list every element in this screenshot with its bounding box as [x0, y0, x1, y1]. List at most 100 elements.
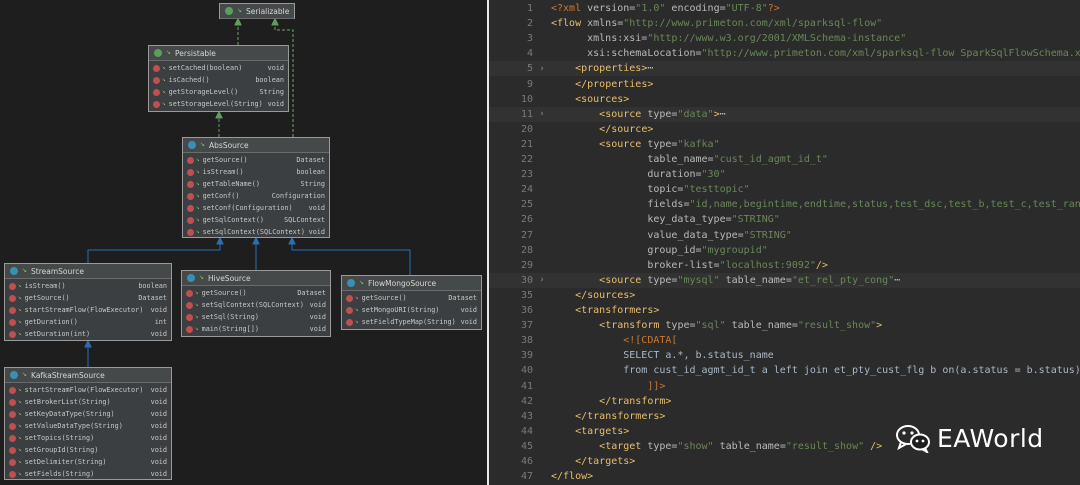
code-line[interactable]: 46 </targets>: [489, 454, 1080, 469]
method-row[interactable]: ↘ setKeyDataType(String) void: [5, 408, 171, 420]
public-visibility-icon: ↘: [162, 76, 166, 83]
method-row[interactable]: ↘ getSource() Dataset: [182, 287, 330, 299]
code-line[interactable]: 41 ]]>: [489, 379, 1080, 394]
method-row[interactable]: ↘ startStreamFlow(FlowExecutor) void: [5, 384, 171, 396]
method-row[interactable]: ↘ getSource() Dataset: [5, 292, 171, 304]
code-line[interactable]: 22 table_name= "cust_id_agmt_id_t": [489, 152, 1080, 167]
method-row[interactable]: ↘ getTableName() String: [183, 178, 329, 190]
code-line[interactable]: 35 </sources>: [489, 288, 1080, 303]
watermark: EAWorld: [895, 423, 1044, 453]
class-abssource[interactable]: ↘ AbsSource ↘ getSource() Dataset ↘ isStream()…: [182, 137, 330, 238]
method-icon: [186, 313, 193, 321]
method-row[interactable]: ↘ setFields(String) void: [5, 468, 171, 480]
method-row[interactable]: ↘ getConf() Configuration: [183, 190, 329, 202]
fold-chevron-icon[interactable]: ›: [533, 64, 551, 74]
code-line[interactable]: 2 <flow xmlns= "http://www.primeton.com/xm…: [489, 16, 1080, 31]
xml-attribute: table_name=: [725, 274, 792, 286]
code-line[interactable]: 11 › <source type= "data" > ⋯: [489, 106, 1080, 122]
code-line[interactable]: 1 <?xml version= "1.0" encoding= "UTF-8" ?>: [489, 1, 1080, 16]
code-line[interactable]: 3 xmlns:xsi= "http://www.w3.org/2001/XMLS…: [489, 31, 1080, 46]
xml-code-editor[interactable]: 1 <?xml version= "1.0" encoding= "UTF-8" ?> 2…: [489, 0, 1080, 485]
public-visibility-icon: ↘: [359, 279, 365, 286]
method-row[interactable]: ↘ setGroupId(String) void: [5, 444, 171, 456]
code-line[interactable]: 37 <transform type= "sql" table_name= "res…: [489, 318, 1080, 333]
method-row[interactable]: ↘ isStream() boolean: [183, 166, 329, 178]
class-flowmongosource[interactable]: ↘ FlowMongoSource ↘ getSource() Dataset ↘ setM…: [341, 275, 482, 330]
method-row[interactable]: ↘ getSource() Dataset: [342, 292, 481, 304]
code-line[interactable]: 39 SELECT a.*, b.status_name: [489, 348, 1080, 363]
method-row[interactable]: ↘ getStorageLevel() String: [149, 86, 288, 98]
method-list: ↘ getSource() Dataset ↘ setSqlContext(SQLCon…: [182, 286, 330, 336]
fold-chevron-icon[interactable]: ›: [533, 109, 551, 119]
code-line[interactable]: 9 </properties>: [489, 77, 1080, 92]
method-row[interactable]: ↘ setSqlContext(SQLContext) void: [183, 226, 329, 238]
method-icon: [346, 294, 353, 302]
method-row[interactable]: ↘ setSqlContext(SQLContext) void: [182, 299, 330, 311]
method-row[interactable]: ↘ getSqlContext() SQLContext: [183, 214, 329, 226]
public-visibility-icon: ↘: [22, 267, 28, 274]
code-line[interactable]: 43 </transformers>: [489, 409, 1080, 424]
class-hivesource[interactable]: ↘ HiveSource ↘ getSource() Dataset ↘ setSqlCon…: [181, 270, 331, 337]
code-line[interactable]: 36 <transformers>: [489, 303, 1080, 318]
xml-value: "30": [701, 169, 726, 181]
method-icon: [153, 100, 160, 108]
line-number: 27: [520, 229, 533, 241]
code-line[interactable]: 24 topic= "testtopic": [489, 182, 1080, 197]
method-return-type: void: [150, 446, 167, 454]
method-return-type: String: [259, 88, 284, 96]
code-line[interactable]: 28 group_id= "mygroupid": [489, 243, 1080, 258]
code-line[interactable]: 40 from cust_id_agmt_id_t a left join et…: [489, 363, 1080, 378]
method-row[interactable]: ↘ setTopics(String) void: [5, 432, 171, 444]
method-row[interactable]: ↘ setMongoURI(String) void: [342, 304, 481, 316]
code-line[interactable]: 26 key_data_type= "STRING": [489, 212, 1080, 227]
code-line[interactable]: 23 duration= "30": [489, 167, 1080, 182]
method-return-type: void: [150, 458, 167, 466]
method-row[interactable]: ↘ setCached(boolean) void: [149, 62, 288, 74]
line-number: 3: [526, 33, 533, 45]
code-line[interactable]: 29 broker-list= "localhost:9092"/>: [489, 258, 1080, 273]
xml-tag: <source: [599, 274, 648, 286]
class-serializable[interactable]: ↘ Serializable: [219, 3, 295, 19]
method-signature: setDelimiter(String): [24, 458, 107, 466]
code-line[interactable]: 4 xsi:schemaLocation= "http://www.primeto…: [489, 46, 1080, 61]
method-row[interactable]: ↘ getDuration() int: [5, 316, 171, 328]
method-row[interactable]: ↘ setDuration(int) void: [5, 328, 171, 340]
method-row[interactable]: ↘ setValueDataType(String) void: [5, 420, 171, 432]
method-row[interactable]: ↘ setConf(Configuration) void: [183, 202, 329, 214]
method-row[interactable]: ↘ setSql(String) void: [182, 311, 330, 323]
class-streamsource[interactable]: ↘ StreamSource ↘ isStream() boolean ↘ getSourc…: [4, 263, 172, 341]
class-kafkastreamsource[interactable]: ↘ KafkaStreamSource ↘ startStreamFlow(FlowE…: [4, 367, 172, 480]
method-signature: isStream(): [24, 282, 66, 290]
code-line[interactable]: 30 › <source type= "mysql" table_name= "et_…: [489, 272, 1080, 288]
code-line[interactable]: 38 <![CDATA[: [489, 333, 1080, 348]
method-row[interactable]: ↘ setStorageLevel(String) void: [149, 98, 288, 110]
code-line[interactable]: 21 <source type= "kafka": [489, 137, 1080, 152]
class-name: AbsSource: [209, 140, 249, 150]
code-line[interactable]: 47 </flow>: [489, 469, 1080, 484]
method-row[interactable]: ↘ setDelimiter(String) void: [5, 456, 171, 468]
method-row[interactable]: ↘ startStreamFlow(FlowExecutor) void: [5, 304, 171, 316]
method-row[interactable]: ↘ isStream() boolean: [5, 280, 171, 292]
code-line[interactable]: 10 <sources>: [489, 92, 1080, 107]
method-row[interactable]: ↘ getSource() Dataset: [183, 154, 329, 166]
code-line[interactable]: 42 </transform>: [489, 394, 1080, 409]
method-row[interactable]: ↘ setFieldTypeMap(String) void: [342, 316, 481, 328]
class-header: ↘ Serializable: [220, 4, 294, 19]
code-line[interactable]: 25 fields= "id,name,begintime,endtime,sta…: [489, 197, 1080, 212]
public-visibility-icon: ↘: [18, 458, 22, 465]
method-icon: [9, 470, 16, 478]
method-icon: [9, 318, 16, 326]
method-row[interactable]: ↘ setBrokerList(String) void: [5, 396, 171, 408]
fold-chevron-icon[interactable]: ›: [533, 275, 551, 285]
method-row[interactable]: ↘ isCached() boolean: [149, 74, 288, 86]
code-line[interactable]: 20 </source>: [489, 122, 1080, 137]
class-persistable[interactable]: ↘ Persistable ↘ setCached(boolean) void ↘ isCa…: [148, 45, 289, 112]
method-return-type: Configuration: [271, 192, 325, 200]
xml-value: "mygroupid": [701, 244, 768, 256]
code-line[interactable]: 5 › <properties> ⋯: [489, 61, 1080, 77]
method-row[interactable]: ↘ main(String[]) void: [182, 323, 330, 335]
code-line[interactable]: 27 value_data_type= "STRING": [489, 228, 1080, 243]
